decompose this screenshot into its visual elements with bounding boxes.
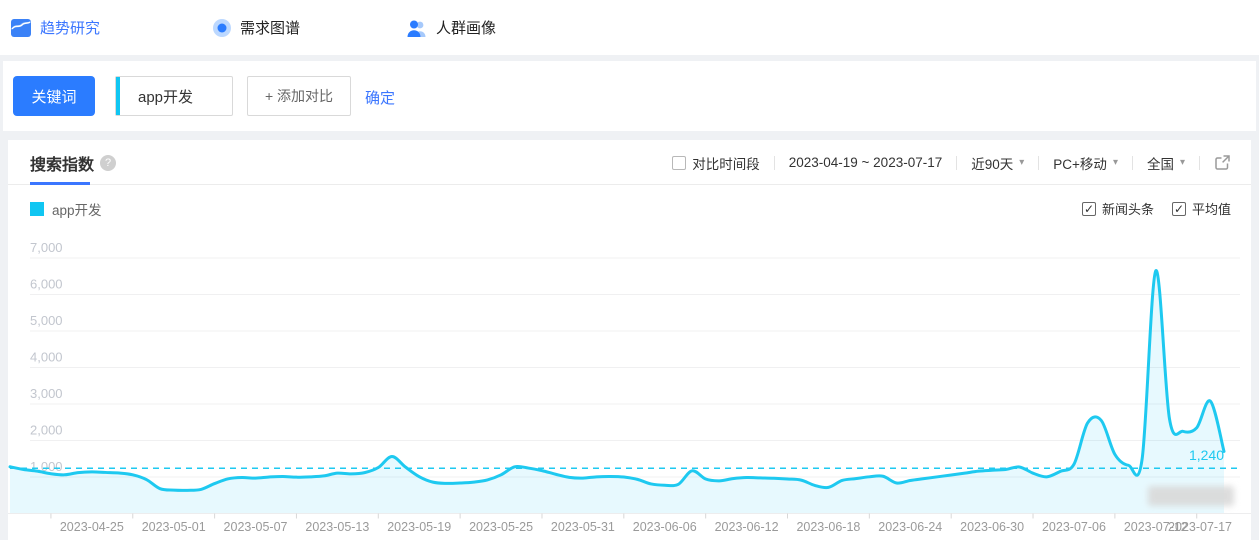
keyword-input-box — [115, 76, 233, 116]
nav-item-trend-research[interactable]: 趋势研究 — [10, 0, 100, 55]
compare-period-checkbox[interactable] — [672, 155, 687, 170]
news-headlines-label: 新闻头条 — [1101, 202, 1154, 217]
keyword-input[interactable] — [126, 77, 230, 115]
average-label: 平均值 — [1191, 202, 1231, 217]
chevron-down-icon: ▾ — [1019, 157, 1025, 168]
nav-item-demand-graph[interactable]: 需求图谱 — [212, 0, 300, 55]
svg-text:7,000: 7,000 — [30, 240, 63, 255]
svg-text:2023-05-31: 2023-05-31 — [551, 520, 615, 534]
svg-text:2023-05-19: 2023-05-19 — [387, 520, 451, 534]
chevron-down-icon: ▾ — [1179, 157, 1185, 168]
date-range-value[interactable]: 2023-04-19 ~ 2023-07-17 — [789, 155, 943, 170]
watermark-blur — [1148, 486, 1234, 506]
overlay-toggles: ✓ 新闻头条 ✓ 平均值 — [1081, 199, 1231, 218]
nav-item-label: 人群画像 — [436, 20, 497, 37]
trend-chart-icon — [11, 18, 31, 37]
svg-text:2023-07-17: 2023-07-17 — [1168, 520, 1232, 534]
chevron-down-icon: ▾ — [1112, 157, 1118, 168]
panel-header: 搜索指数 ? 对比时间段 2023-04-19 ~ 2023-07-17 近90… — [8, 140, 1251, 185]
divider — [1038, 155, 1040, 170]
nav-item-audience-profile[interactable]: 人群画像 — [406, 0, 496, 55]
compare-period-label: 对比时间段 — [692, 156, 760, 172]
svg-text:3,000: 3,000 — [30, 386, 63, 401]
page-title: 搜索指数 — [30, 156, 95, 174]
nav-item-label: 需求图谱 — [240, 20, 301, 37]
time-range-select[interactable]: 近90天 ▾ — [971, 153, 1024, 173]
svg-text:5,000: 5,000 — [30, 313, 63, 328]
svg-text:2023-04-25: 2023-04-25 — [60, 520, 124, 534]
divider — [773, 155, 775, 170]
confirm-link[interactable]: 确定 — [365, 87, 395, 108]
series-legend-item[interactable]: app开发 — [30, 199, 102, 219]
svg-text:2023-06-18: 2023-06-18 — [796, 520, 860, 534]
legend-row: app开发 ✓ 新闻头条 ✓ 平均值 — [8, 195, 1251, 227]
chart-toolbar: 对比时间段 2023-04-19 ~ 2023-07-17 近90天 ▾ PC+… — [672, 140, 1231, 185]
series-color-strip — [116, 77, 120, 115]
search-index-panel: 搜索指数 ? 对比时间段 2023-04-19 ~ 2023-07-17 近90… — [8, 140, 1251, 540]
average-checkbox[interactable]: ✓ — [1171, 201, 1186, 216]
svg-text:2023-06-12: 2023-06-12 — [715, 520, 779, 534]
search-index-chart[interactable]: 1,000 2,000 3,000 4,000 5,000 6,000 7,000 1,240… — [8, 235, 1251, 540]
average-toggle[interactable]: ✓ 平均值 — [1171, 199, 1231, 218]
svg-text:6,000: 6,000 — [30, 277, 63, 292]
people-icon — [407, 20, 426, 37]
svg-text:2023-05-01: 2023-05-01 — [142, 520, 206, 534]
svg-text:2023-06-06: 2023-06-06 — [633, 520, 697, 534]
compare-period-toggle[interactable]: 对比时间段 — [672, 153, 760, 173]
svg-text:2023-05-25: 2023-05-25 — [469, 520, 533, 534]
device-select[interactable]: PC+移动 ▾ — [1053, 153, 1118, 173]
svg-text:1,240: 1,240 — [1189, 447, 1224, 463]
add-compare-button[interactable]: + 添加对比 — [247, 76, 351, 116]
tab-search-index[interactable]: 搜索指数 ? — [30, 140, 117, 185]
active-tab-indicator — [30, 182, 90, 185]
top-nav: 趋势研究 需求图谱 人群画像 — [0, 0, 1259, 55]
radar-icon — [213, 18, 231, 37]
series-legend-label: app开发 — [52, 203, 102, 218]
series-swatch — [30, 202, 44, 216]
news-headlines-checkbox[interactable]: ✓ — [1081, 201, 1096, 216]
svg-text:2,000: 2,000 — [30, 423, 63, 438]
keyword-bar: 关键词 + 添加对比 确定 — [3, 61, 1256, 131]
divider — [1131, 155, 1133, 170]
region-select[interactable]: 全国 ▾ — [1147, 153, 1185, 173]
svg-text:2023-07-06: 2023-07-06 — [1042, 520, 1106, 534]
divider — [1199, 155, 1200, 170]
svg-text:2023-05-07: 2023-05-07 — [224, 520, 288, 534]
svg-text:2023-06-24: 2023-06-24 — [878, 520, 942, 534]
svg-text:2023-05-13: 2023-05-13 — [305, 520, 369, 534]
news-headlines-toggle[interactable]: ✓ 新闻头条 — [1081, 199, 1154, 218]
divider — [956, 155, 958, 170]
trend-line-chart[interactable]: 1,0002,0003,0004,0005,0006,0007,0001,240… — [8, 235, 1251, 540]
keyword-type-button[interactable]: 关键词 — [13, 76, 95, 116]
svg-text:2023-06-30: 2023-06-30 — [960, 520, 1024, 534]
external-link-icon[interactable] — [1214, 154, 1231, 171]
svg-text:4,000: 4,000 — [30, 350, 63, 365]
device-value: PC+移动 — [1053, 156, 1107, 172]
region-value: 全国 — [1146, 156, 1174, 172]
time-range-value: 近90天 — [971, 156, 1014, 172]
nav-item-label: 趋势研究 — [40, 20, 101, 37]
help-icon[interactable]: ? — [100, 154, 117, 171]
